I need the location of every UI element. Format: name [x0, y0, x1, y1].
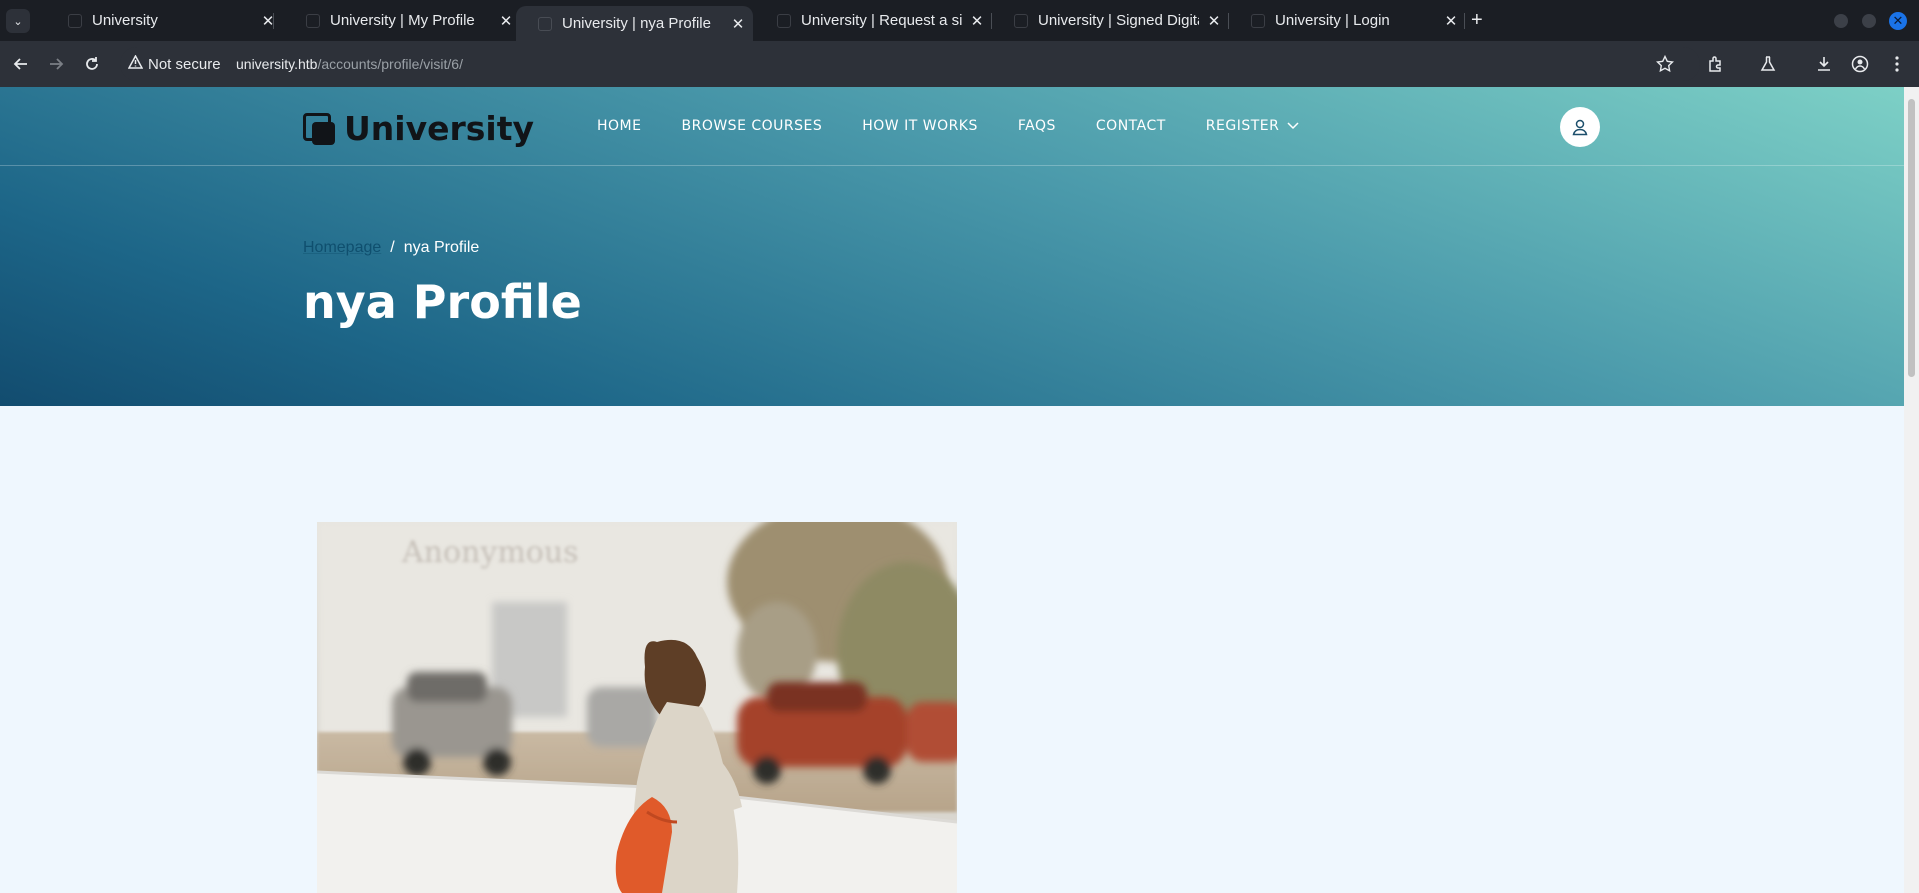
site-logo[interactable]: University	[303, 109, 534, 148]
labs-flask-icon[interactable]	[1756, 52, 1780, 76]
browser-tab-active[interactable]: University | nya Profile ✕	[516, 6, 753, 41]
tab-title: University | Signed Digita	[1038, 12, 1199, 29]
breadcrumb-home-link[interactable]: Homepage	[303, 239, 381, 257]
favicon-icon	[538, 16, 552, 31]
tab-title: University | nya Profile	[562, 15, 711, 32]
logo-squares-icon	[303, 112, 335, 145]
favicon-icon	[306, 13, 320, 28]
favicon-icon	[1251, 13, 1265, 28]
nav-contact[interactable]: CONTACT	[1096, 118, 1166, 134]
breadcrumb-current: nya Profile	[403, 239, 480, 256]
page-scrollbar[interactable]	[1904, 87, 1919, 893]
browser-tab[interactable]: University ✕	[46, 0, 283, 41]
breadcrumb-separator: /	[390, 239, 395, 256]
browser-tab[interactable]: University | Login ✕	[1229, 0, 1466, 41]
sign-text: Anonymous	[401, 535, 579, 570]
tab-close-icon[interactable]: ✕	[1436, 12, 1466, 30]
nav-register-label: REGISTER	[1205, 118, 1280, 134]
warning-icon	[127, 54, 144, 73]
new-tab-icon[interactable]: +	[1471, 9, 1483, 32]
user-account-button[interactable]	[1560, 107, 1600, 147]
browser-tab[interactable]: University | My Profile ✕	[284, 0, 521, 41]
nav-home[interactable]: HOME	[597, 118, 641, 134]
logo-text: University	[344, 109, 535, 148]
maximize-icon[interactable]	[1862, 14, 1876, 28]
user-icon	[1572, 119, 1588, 136]
tab-divider	[1464, 13, 1465, 29]
tab-close-icon[interactable]: ✕	[723, 15, 753, 33]
favicon-icon	[68, 13, 82, 28]
bookmark-star-icon[interactable]	[1653, 52, 1677, 76]
tab-title: University | Request a sig	[801, 12, 962, 29]
url-path: /accounts/profile/visit/6/	[317, 56, 463, 72]
nav-how-it-works[interactable]: HOW IT WORKS	[862, 118, 978, 134]
security-indicator[interactable]: Not secure	[127, 54, 221, 73]
browser-toolbar: Not secure university.htb/accounts/profi…	[0, 41, 1919, 87]
browser-menu-icon[interactable]	[1885, 52, 1909, 76]
main-nav: HOME BROWSE COURSES HOW IT WORKS FAQS CO…	[597, 118, 1339, 134]
page-title: nya Profile	[303, 275, 582, 329]
tab-title: University | Login	[1275, 12, 1390, 29]
tab-divider	[273, 13, 274, 29]
tab-search-icon[interactable]: ⌄	[6, 9, 30, 33]
download-icon[interactable]	[1812, 52, 1836, 76]
browser-tab[interactable]: University | Signed Digita ✕	[992, 0, 1229, 41]
tab-close-icon[interactable]: ✕	[1199, 12, 1229, 30]
url-host: university.htb	[236, 56, 318, 72]
tab-title: University | My Profile	[330, 12, 475, 29]
browser-tab[interactable]: University | Request a sig ✕	[755, 0, 992, 41]
profile-photo: Anonymous	[317, 522, 957, 893]
tab-title: University	[92, 12, 158, 29]
tab-close-icon[interactable]: ✕	[962, 12, 992, 30]
tab-close-icon[interactable]: ✕	[253, 12, 283, 30]
window-close-icon[interactable]: ✕	[1889, 12, 1907, 30]
url-text[interactable]: university.htb/accounts/profile/visit/6/	[236, 56, 463, 72]
favicon-icon	[777, 13, 791, 28]
forward-icon[interactable]	[44, 52, 68, 76]
back-icon[interactable]	[9, 52, 33, 76]
reload-icon[interactable]	[80, 52, 104, 76]
scrollbar-thumb[interactable]	[1908, 99, 1915, 377]
favicon-icon	[1014, 13, 1028, 28]
security-label: Not secure	[148, 55, 221, 73]
nav-faqs[interactable]: FAQS	[1018, 118, 1056, 134]
extensions-icon[interactable]	[1704, 52, 1728, 76]
browser-tab-strip: ⌄ University ✕ University | My Profile ✕…	[0, 0, 1919, 41]
nav-browse-courses[interactable]: BROWSE COURSES	[681, 118, 822, 134]
profile-avatar-icon[interactable]	[1848, 52, 1872, 76]
breadcrumb: Homepage / nya Profile	[303, 239, 479, 257]
nav-divider	[0, 165, 1904, 166]
nav-register[interactable]: REGISTER	[1206, 118, 1300, 134]
page-header-hero: University HOME BROWSE COURSES HOW IT WO…	[0, 87, 1904, 406]
minimize-icon[interactable]	[1834, 14, 1848, 28]
chevron-down-icon	[1287, 119, 1299, 133]
